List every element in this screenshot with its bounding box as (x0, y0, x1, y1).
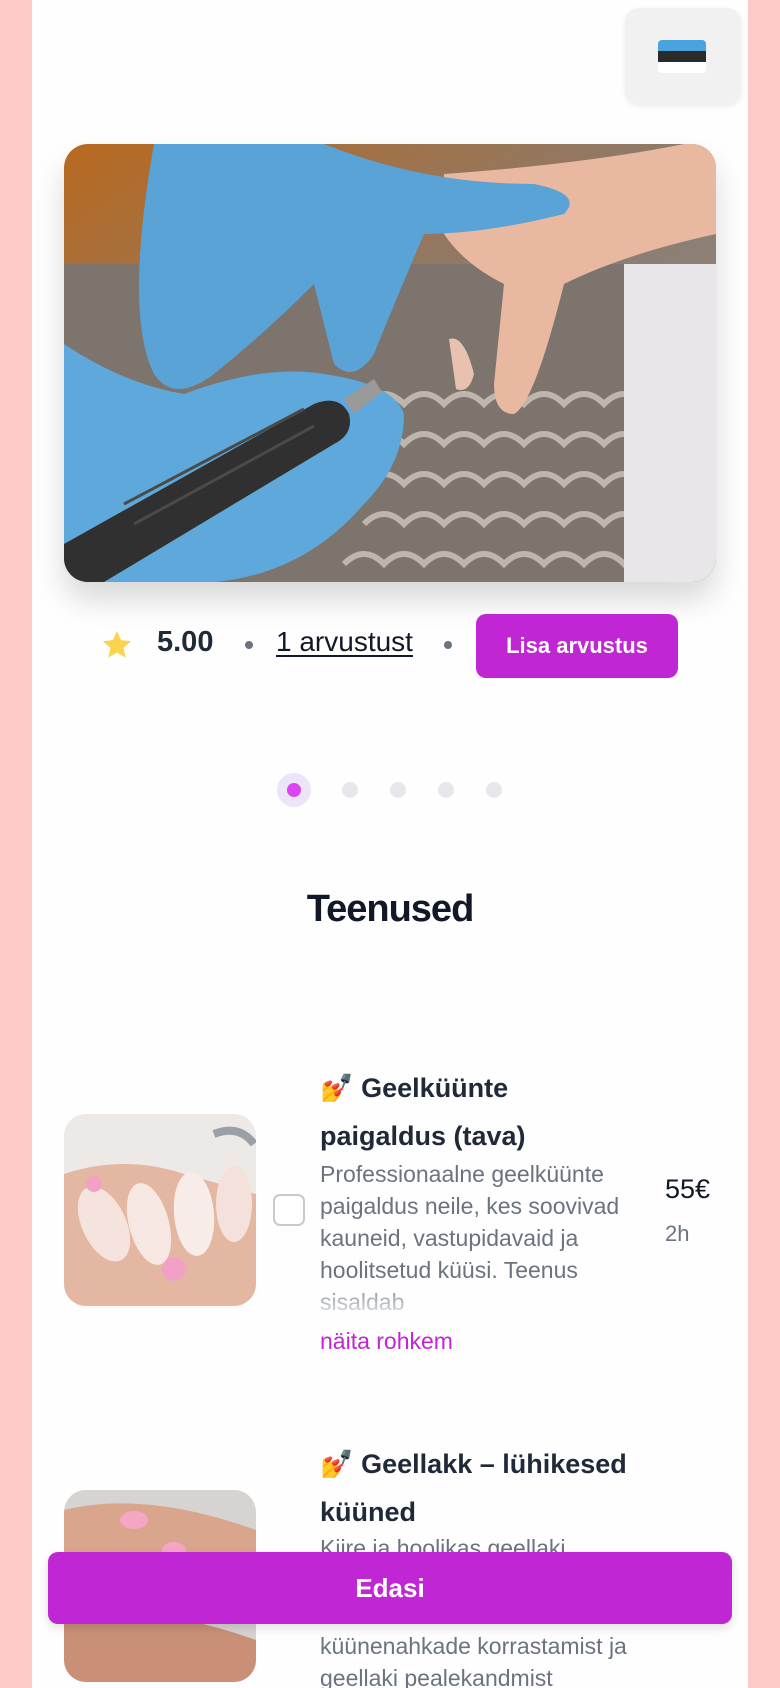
description-fade (320, 1278, 650, 1318)
section-title: Teenused (306, 888, 475, 930)
nail-polish-icon: 💅 (320, 1449, 354, 1479)
service-title[interactable]: 💅 Geelküünte paigaldus (tava) (320, 1064, 650, 1160)
service-title[interactable]: 💅 Geellakk – lühikesed küüned (320, 1440, 650, 1536)
rating-score: 5.00 (157, 626, 214, 658)
carousel-dot-active-center (287, 783, 301, 797)
hero-image (64, 144, 716, 582)
separator-dot (444, 641, 452, 649)
nail-polish-icon: 💅 (320, 1073, 354, 1103)
next-button[interactable]: Edasi (48, 1552, 732, 1624)
separator-dot (245, 641, 253, 649)
service-image[interactable] (64, 1114, 256, 1306)
carousel-dot[interactable] (438, 782, 454, 798)
carousel-dot[interactable] (390, 782, 406, 798)
reviews-link[interactable]: 1 arvustust (276, 626, 413, 658)
carousel-dot[interactable] (486, 782, 502, 798)
service-description: küünenahkade korrastamist ja geellaki pe… (320, 1633, 627, 1688)
service-duration: 2h (665, 1221, 690, 1246)
star-icon (102, 630, 132, 658)
page: 5.00 1 arvustust Lisa arvustus Teenused … (32, 0, 748, 1688)
carousel-dot[interactable] (342, 782, 358, 798)
service-price: 55€ (665, 1174, 711, 1204)
service-checkbox[interactable] (273, 1194, 305, 1226)
estonian-flag-icon[interactable] (658, 40, 706, 73)
add-review-button[interactable]: Lisa arvustus (476, 614, 678, 678)
show-more-link[interactable]: näita rohkem (320, 1328, 453, 1355)
